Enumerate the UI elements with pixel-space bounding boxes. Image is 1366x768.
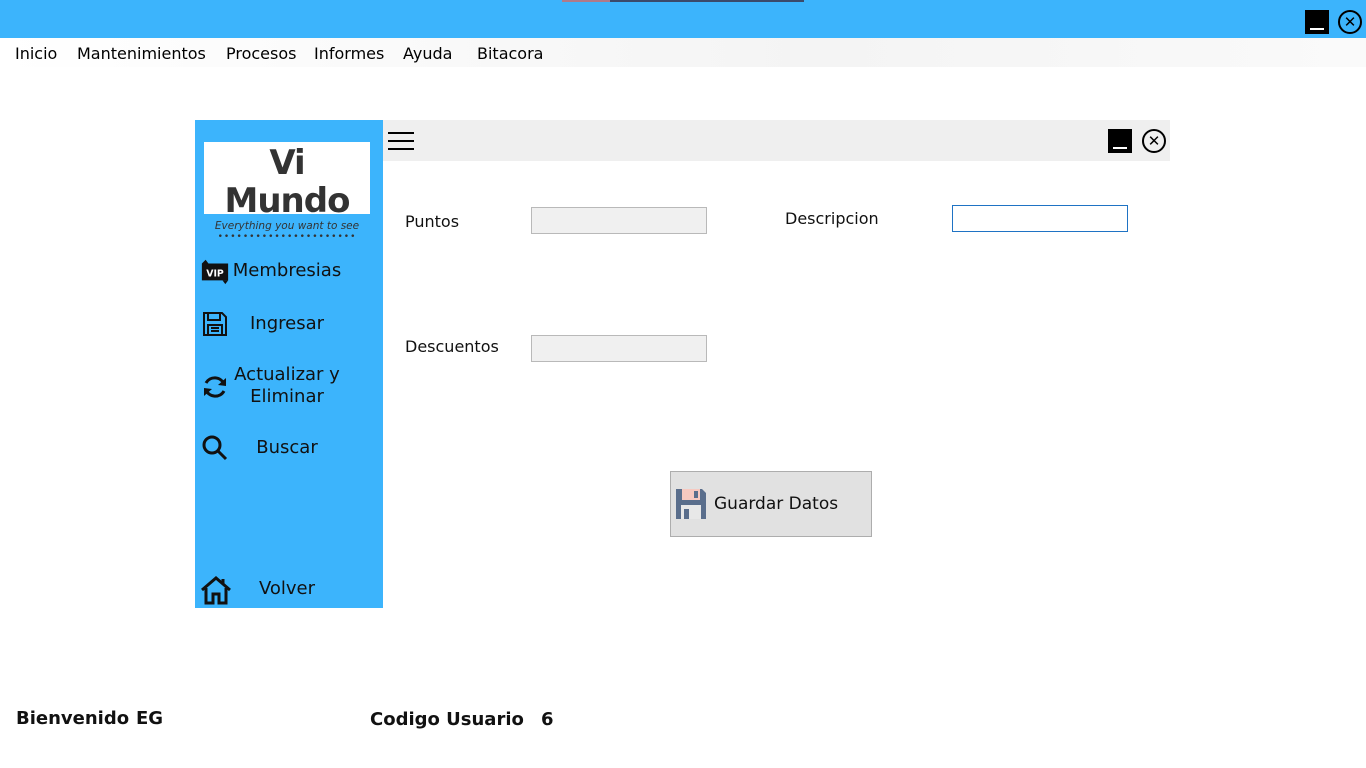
- sidebar-item-volver[interactable]: Volver: [195, 574, 383, 606]
- sidebar-item-label: Buscar: [256, 437, 318, 458]
- hamburger-icon[interactable]: [388, 132, 414, 152]
- sidebar-item-buscar[interactable]: Buscar: [195, 433, 383, 463]
- sidebar-item-actualizar-eliminar[interactable]: Actualizar y Eliminar: [195, 364, 383, 410]
- floppy-disk-icon: [200, 309, 230, 339]
- menu-bar: Inicio Mantenimientos Procesos Informes …: [0, 38, 1366, 67]
- descuentos-label: Descuentos: [405, 337, 499, 356]
- search-icon: [200, 433, 230, 463]
- home-icon: [199, 574, 233, 606]
- menu-item-mantenimientos[interactable]: Mantenimientos: [77, 44, 206, 63]
- menu-item-inicio[interactable]: Inicio: [15, 44, 57, 63]
- puntos-field[interactable]: [531, 207, 707, 234]
- logo: Vi Mundo Everything you want to see ••••…: [204, 142, 370, 242]
- title-strip-accent: [562, 0, 610, 2]
- menu-item-procesos[interactable]: Procesos: [226, 44, 296, 63]
- welcome-user: EG: [136, 708, 164, 729]
- sidebar-item-label: Actualizar y Eliminar: [234, 364, 340, 407]
- descripcion-label: Descripcion: [785, 209, 879, 228]
- sidebar-item-membresias[interactable]: VIP Membresias: [195, 256, 383, 286]
- sidebar-item-label: Ingresar: [249, 313, 325, 334]
- vip-icon: VIP: [200, 256, 230, 286]
- sidebar: Vi Mundo Everything you want to see ••••…: [195, 120, 383, 608]
- welcome-label: Bienvenido: [16, 708, 130, 729]
- menu-item-ayuda[interactable]: Ayuda: [403, 44, 452, 63]
- logo-title: Vi Mundo: [224, 143, 351, 221]
- user-code-value: 6: [541, 709, 554, 730]
- descuentos-field[interactable]: [531, 335, 707, 362]
- form-close-icon[interactable]: ✕: [1142, 129, 1166, 153]
- menu-item-bitacora[interactable]: Bitacora: [477, 44, 543, 63]
- puntos-label: Puntos: [405, 212, 460, 231]
- user-code-label: Codigo Usuario: [370, 709, 524, 730]
- menu-item-informes[interactable]: Informes: [314, 44, 384, 63]
- descripcion-field[interactable]: [952, 205, 1128, 232]
- form-header: ✕: [383, 120, 1170, 161]
- svg-text:VIP: VIP: [206, 269, 224, 280]
- refresh-icon: [200, 372, 230, 402]
- save-button[interactable]: Guardar Datos: [670, 471, 872, 537]
- sidebar-item-label: Volver: [258, 578, 316, 599]
- logo-dots: ••••••••••••••••••••••: [217, 232, 357, 242]
- save-button-label: Guardar Datos: [714, 494, 839, 514]
- sidebar-item-ingresar[interactable]: Ingresar: [195, 309, 383, 339]
- sidebar-item-label: Membresias: [232, 260, 342, 281]
- floppy-disk-icon: [674, 487, 708, 521]
- title-bar: ✕: [0, 0, 1366, 38]
- form-minimize-icon[interactable]: [1108, 129, 1132, 153]
- minimize-icon[interactable]: [1305, 10, 1329, 34]
- close-icon[interactable]: ✕: [1338, 10, 1362, 34]
- title-strip: [562, 0, 804, 2]
